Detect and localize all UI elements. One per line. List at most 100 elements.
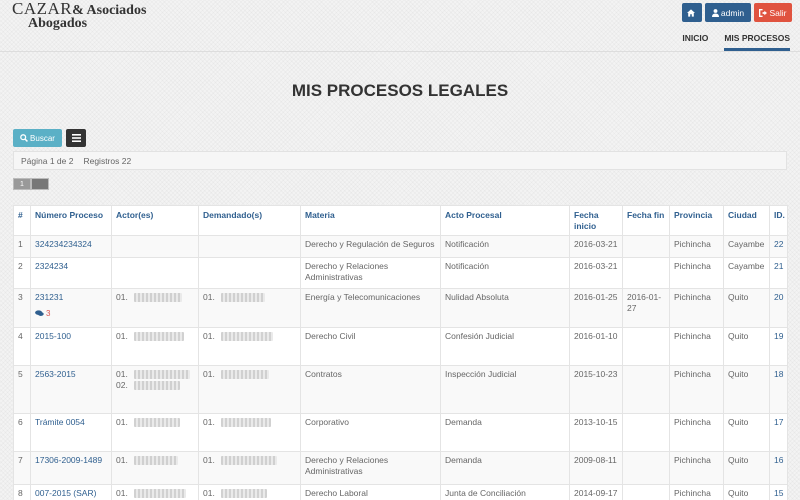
procedural-act-cell: Junta de Conciliación	[440, 484, 570, 500]
start-date-cell: 2014-09-17	[569, 484, 623, 500]
table-row[interactable]: 1 324234234324 Derecho y Regulación de Seg…	[13, 235, 788, 258]
search-button[interactable]: Buscar	[13, 129, 62, 147]
home-button[interactable]	[682, 3, 702, 22]
party-entry: 01.	[116, 455, 194, 466]
list-menu-button[interactable]	[66, 129, 86, 147]
party-entry: 01.	[203, 292, 296, 303]
city-cell: Cayambe	[723, 235, 770, 258]
id-cell[interactable]: 20	[769, 288, 788, 328]
id-cell[interactable]: 22	[769, 235, 788, 258]
subject-cell: Derecho y Relaciones Administrativas	[300, 451, 441, 485]
id-cell[interactable]: 21	[769, 257, 788, 289]
admin-button[interactable]: admin	[705, 3, 751, 22]
party-entry: 02.	[116, 380, 194, 391]
table-row[interactable]: 4 2015-100 01. 01. Derecho Civil Confesión Ju…	[13, 327, 788, 366]
subject-cell: Derecho Laboral	[300, 484, 441, 500]
pagination-info: Página 1 de 2 Registros 22	[13, 151, 787, 170]
defendants-cell: 01.	[198, 365, 301, 414]
process-number-link[interactable]: 2015-100	[35, 331, 71, 341]
party-entry: 01.	[116, 331, 194, 342]
defendants-cell: 01.	[198, 484, 301, 500]
table-row[interactable]: 2 2324234 Derecho y Relaciones Administrat…	[13, 257, 788, 289]
procedural-act-cell: Inspección Judicial	[440, 365, 570, 414]
id-cell[interactable]: 15	[769, 484, 788, 500]
process-number-link[interactable]: Trámite 0054	[35, 417, 85, 427]
column-header[interactable]: Materia	[300, 205, 441, 236]
province-cell: Pichincha	[669, 413, 724, 452]
top-buttons: admin Salir	[682, 3, 792, 22]
process-number-link[interactable]: 2563-2015	[35, 369, 76, 379]
party-index: 01.	[203, 369, 215, 379]
city-cell: Quito	[723, 484, 770, 500]
column-header[interactable]: Acto Procesal	[440, 205, 570, 236]
header-divider	[0, 51, 800, 52]
province-cell: Pichincha	[669, 235, 724, 258]
actors-cell: 01. 02.	[111, 365, 199, 414]
id-cell[interactable]: 17	[769, 413, 788, 452]
redacted-name	[133, 456, 178, 466]
nav-inicio[interactable]: INICIO	[682, 33, 708, 51]
record-count: Registros 22	[83, 155, 132, 166]
table-row[interactable]: 7 17306-2009-1489 01. 01. Derecho y Relacion…	[13, 451, 788, 485]
defendants-cell: 01.	[198, 413, 301, 452]
city-cell: Cayambe	[723, 257, 770, 289]
column-header[interactable]: ID.	[769, 205, 788, 236]
defendants-cell	[198, 235, 301, 258]
search-icon	[20, 134, 28, 142]
table-row[interactable]: 5 2563-2015 01. 02. 01. Contratos Inspección J…	[13, 365, 788, 414]
id-cell[interactable]: 18	[769, 365, 788, 414]
table-row[interactable]: 8 007-2015 (SAR) 01. 01. Derecho Laboral Junt…	[13, 484, 788, 500]
end-date-cell	[622, 413, 670, 452]
process-number-link[interactable]: 007-2015 (SAR)	[35, 488, 96, 498]
start-date-cell: 2013-10-15	[569, 413, 623, 452]
brand-logo[interactable]: CAZAR& Asociados Abogados	[12, 0, 146, 31]
logout-button[interactable]: Salir	[754, 3, 792, 22]
province-cell: Pichincha	[669, 484, 724, 500]
process-number-cell: 2015-100	[30, 327, 112, 366]
admin-label: admin	[720, 7, 745, 18]
id-cell[interactable]: 16	[769, 451, 788, 485]
row-index: 7	[13, 451, 31, 485]
table-row[interactable]: 3 231231 3 01. 01. Energía y Telecomunicacion…	[13, 288, 788, 328]
column-header[interactable]: Fecha inicio	[569, 205, 623, 236]
comments-badge[interactable]: 3	[35, 308, 107, 319]
column-header[interactable]: #	[13, 205, 31, 236]
column-header[interactable]: Fecha fin	[622, 205, 670, 236]
table-row[interactable]: 6 Trámite 0054 01. 01. Corporativo Demanda 201…	[13, 413, 788, 452]
procedural-act-cell: Nulidad Absoluta	[440, 288, 570, 328]
id-cell[interactable]: 19	[769, 327, 788, 366]
end-date-cell	[622, 257, 670, 289]
column-header[interactable]: Número Proceso	[30, 205, 112, 236]
redacted-name	[133, 418, 180, 428]
processes-table: # Número Proceso Actor(es) Demandado(s) Mate…	[13, 205, 788, 500]
nav-mis-procesos[interactable]: MIS PROCESOS	[724, 33, 790, 51]
process-number-link[interactable]: 231231	[35, 292, 63, 302]
search-label: Buscar	[30, 133, 55, 143]
column-header[interactable]: Demandado(s)	[198, 205, 301, 236]
process-number-link[interactable]: 2324234	[35, 261, 68, 271]
row-index: 6	[13, 413, 31, 452]
list-icon	[71, 134, 81, 142]
table-body: 1 324234234324 Derecho y Regulación de Seg…	[13, 235, 788, 500]
province-cell: Pichincha	[669, 288, 724, 328]
column-header[interactable]: Ciudad	[723, 205, 770, 236]
party-index: 01.	[116, 369, 128, 379]
actors-cell: 01.	[111, 451, 199, 485]
party-index: 01.	[116, 488, 128, 498]
party-entry: 01.	[203, 369, 296, 380]
pager-page-current[interactable]: 1	[13, 178, 31, 190]
column-header[interactable]: Provincia	[669, 205, 724, 236]
process-number-link[interactable]: 324234234324	[35, 239, 92, 249]
process-number-link[interactable]: 17306-2009-1489	[35, 455, 102, 465]
subject-cell: Energía y Telecomunicaciones	[300, 288, 441, 328]
process-number-cell: Trámite 0054	[30, 413, 112, 452]
actors-cell	[111, 235, 199, 258]
column-header[interactable]: Actor(es)	[111, 205, 199, 236]
party-entry: 01.	[203, 331, 296, 342]
redacted-name	[220, 332, 273, 342]
pager-next[interactable]	[31, 178, 49, 190]
end-date-cell	[622, 327, 670, 366]
redacted-name	[220, 370, 269, 380]
party-index: 01.	[203, 488, 215, 498]
start-date-cell: 2015-10-23	[569, 365, 623, 414]
